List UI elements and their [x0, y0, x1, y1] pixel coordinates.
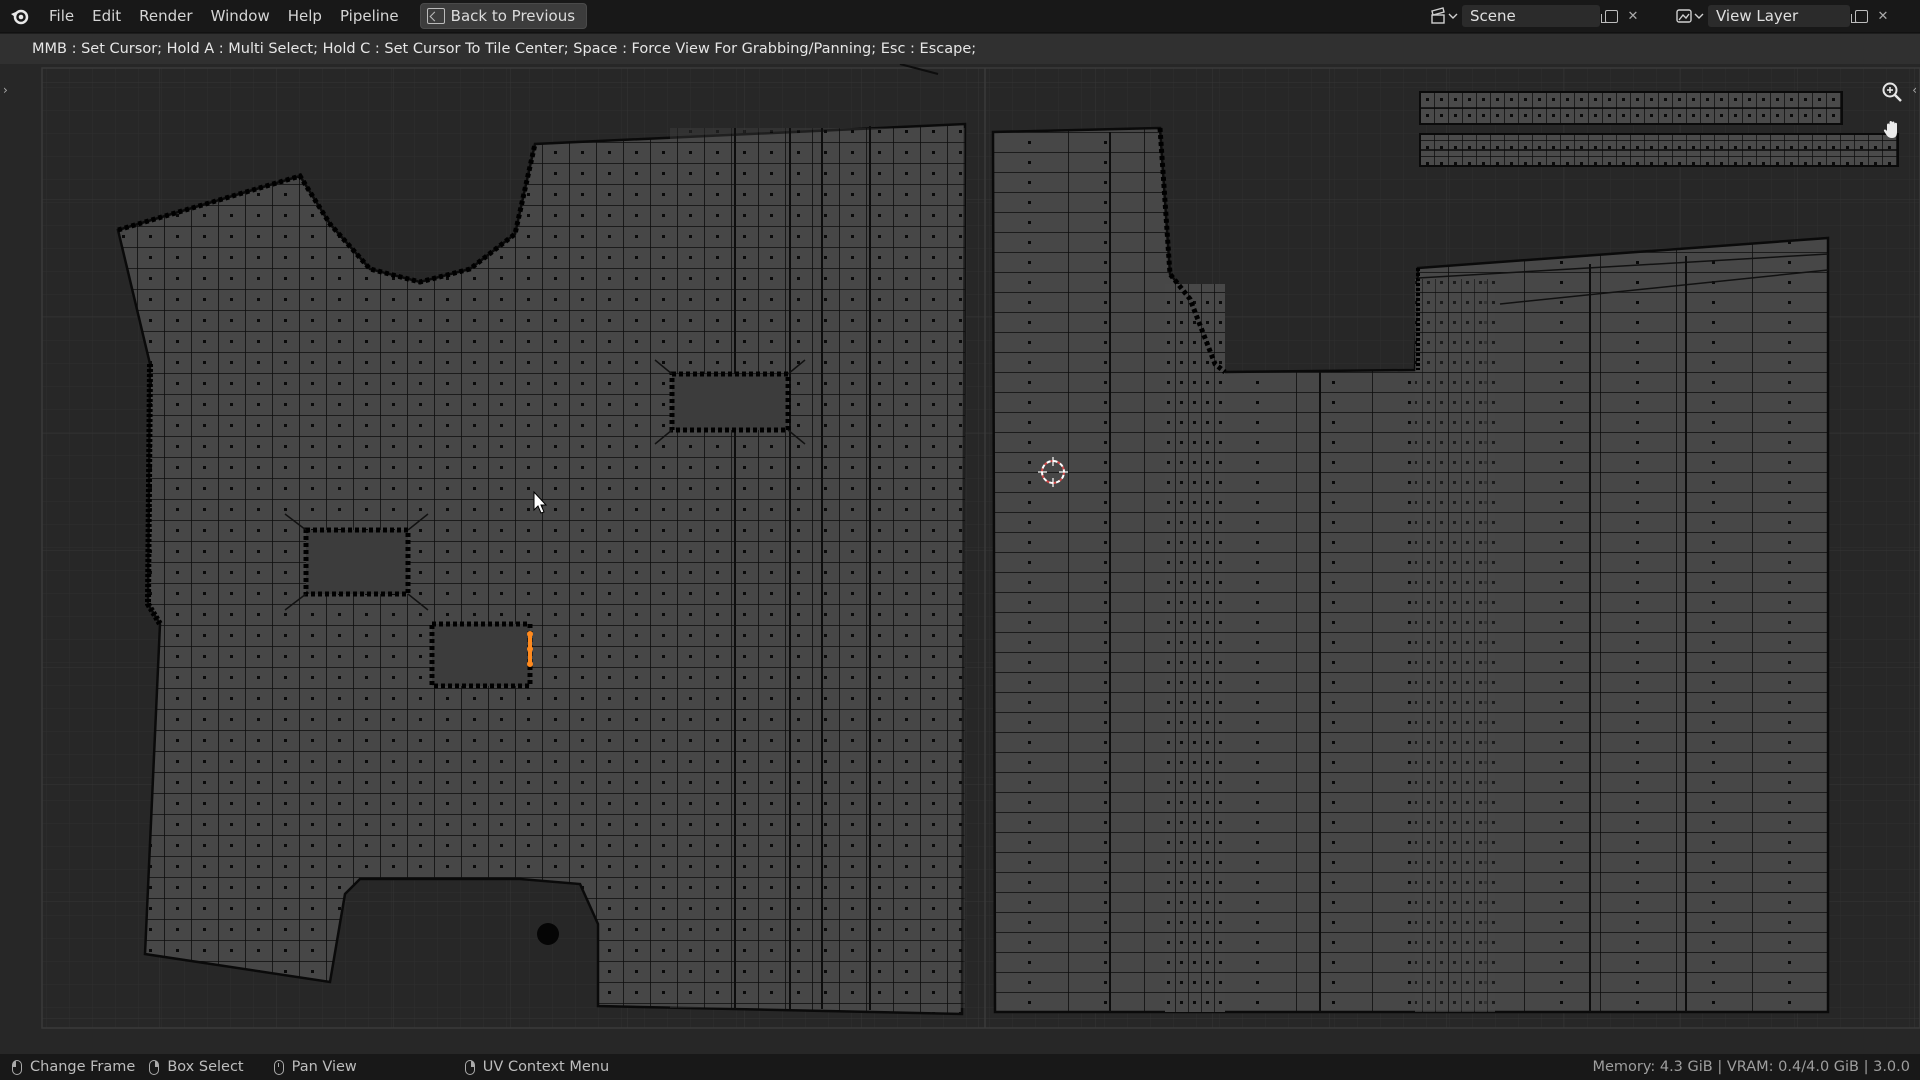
- status-uv-context-menu-label: UV Context Menu: [482, 1059, 610, 1075]
- hand-pan-icon[interactable]: [1878, 116, 1906, 144]
- back-arrow-icon: [426, 8, 445, 24]
- menu-pipeline[interactable]: Pipeline: [331, 0, 408, 32]
- menu-help[interactable]: Help: [279, 0, 331, 32]
- view-layer-name-field[interactable]: View Layer: [1708, 5, 1850, 27]
- menu-file[interactable]: File: [40, 0, 83, 32]
- uv-hole-lower[interactable]: [429, 621, 533, 689]
- view-layer-browse-icon[interactable]: [1672, 4, 1708, 28]
- uv-island-front[interactable]: [116, 122, 967, 1016]
- status-pan-view-label: Pan View: [291, 1059, 357, 1075]
- status-change-frame: Change Frame: [12, 1059, 135, 1075]
- uv-editor-header: MMB : Set Cursor; Hold A : Multi Select;…: [0, 34, 1920, 65]
- mouse-middle-icon: [273, 1059, 284, 1075]
- status-pan-view: Pan View: [273, 1059, 357, 1075]
- copy-icon: [1600, 9, 1618, 23]
- memory-readout: Memory: 4.3 GiB | VRAM: 0.4/4.0 GiB | 3.…: [1592, 1059, 1910, 1075]
- mouse-left-icon: [12, 1059, 22, 1075]
- view-layer-new-button[interactable]: [1850, 5, 1872, 27]
- menu-window[interactable]: Window: [202, 0, 279, 32]
- sidebar-expand-icon[interactable]: ‹: [1912, 83, 1917, 97]
- view-layer-delete-button[interactable]: ✕: [1872, 5, 1894, 27]
- menu-edit[interactable]: Edit: [83, 0, 130, 32]
- blender-logo-icon[interactable]: [10, 5, 32, 27]
- close-icon: ✕: [1627, 8, 1639, 24]
- status-change-frame-label: Change Frame: [30, 1059, 136, 1075]
- top-bar: File Edit Render Window Help Pipeline Ba…: [0, 0, 1920, 33]
- menu-render[interactable]: Render: [130, 0, 201, 32]
- toolbar-expand-icon[interactable]: ›: [3, 83, 8, 97]
- scene-new-button[interactable]: [1600, 5, 1622, 27]
- scene-delete-button[interactable]: ✕: [1622, 5, 1644, 27]
- tool-hint-text: MMB : Set Cursor; Hold A : Multi Select;…: [32, 41, 977, 57]
- close-icon: ✕: [1877, 8, 1889, 24]
- view-layer-selector: View Layer ✕: [1672, 4, 1894, 28]
- mouse-drag-icon: [149, 1059, 160, 1075]
- zoom-in-icon[interactable]: [1878, 78, 1906, 106]
- back-to-previous-button[interactable]: Back to Previous: [419, 3, 588, 29]
- scene-selector: Scene ✕: [1426, 4, 1644, 28]
- uv-editor-viewport[interactable]: › ‹: [0, 64, 1920, 1054]
- status-uv-context-menu: UV Context Menu: [464, 1059, 610, 1075]
- scene-browse-icon[interactable]: [1426, 4, 1462, 28]
- status-box-select-label: Box Select: [167, 1059, 244, 1075]
- back-to-previous-label: Back to Previous: [450, 7, 576, 25]
- copy-icon: [1850, 9, 1868, 23]
- uv-vertex-marker: [537, 923, 559, 945]
- mouse-right-icon: [464, 1059, 475, 1075]
- status-box-select: Box Select: [149, 1059, 244, 1075]
- scene-name-field[interactable]: Scene: [1462, 5, 1600, 27]
- uv-canvas[interactable]: [0, 64, 1920, 1054]
- status-bar: Change Frame Box Select Pan View UV Cont…: [0, 1054, 1920, 1080]
